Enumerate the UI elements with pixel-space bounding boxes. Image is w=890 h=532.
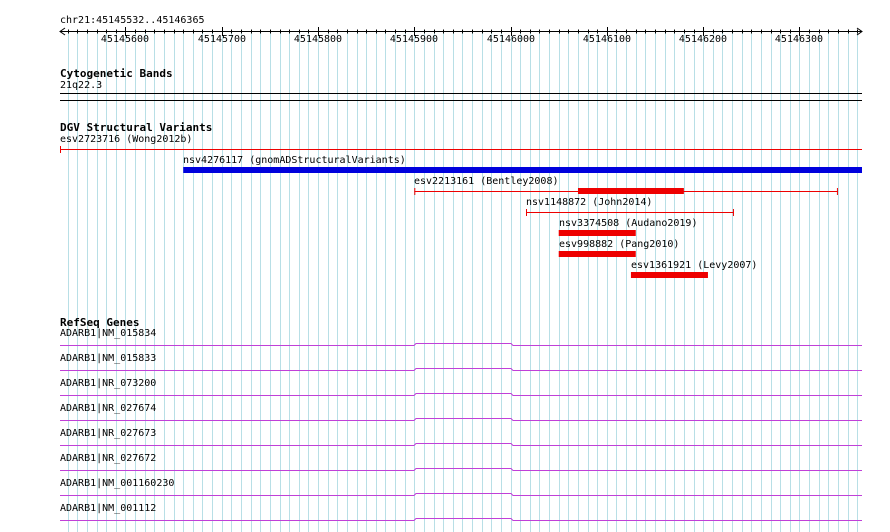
cytoband-divider-bottom (60, 100, 862, 101)
refseq-gene-line (60, 468, 862, 471)
variant-label[interactable]: esv1361921 (Levy2007) (631, 260, 757, 272)
dgv-track-title: DGV Structural Variants (60, 121, 213, 134)
variant-label[interactable]: esv2723716 (Wong2012b) (60, 134, 192, 146)
variant-label[interactable]: esv2213161 (Bentley2008) (414, 176, 559, 188)
refseq-gene-line (60, 418, 862, 421)
refseq-gene-label[interactable]: ADARB1|NR_027674 (60, 403, 156, 415)
variant-label[interactable]: nsv3374508 (Audano2019) (559, 218, 697, 230)
ruler-tick-label: 45146300 (774, 34, 824, 45)
ruler-tick-label: 45145600 (100, 34, 150, 45)
ruler-tick-label: 45145700 (197, 34, 247, 45)
ruler-location: chr21:45145532..45146365 (60, 15, 205, 26)
cytoband-divider-top (60, 93, 862, 94)
refseq-gene-label[interactable]: ADARB1|NM_001160230 (60, 478, 174, 490)
variant-bar (183, 167, 862, 173)
refseq-gene-line (60, 493, 862, 496)
refseq-gene-label[interactable]: ADARB1|NR_027673 (60, 428, 156, 440)
refseq-gene-label[interactable]: ADARB1|NM_015833 (60, 353, 156, 365)
ruler-tick-label: 45145800 (293, 34, 343, 45)
variant-bar (558, 230, 636, 236)
refseq-gene-line (60, 518, 862, 521)
ruler-tick-label: 45146200 (678, 34, 728, 45)
variant-bar (630, 272, 708, 278)
variant-label[interactable]: esv998882 (Pang2010) (559, 239, 679, 251)
ruler-tick-label: 45146100 (582, 34, 632, 45)
refseq-gene-label[interactable]: ADARB1|NR_027672 (60, 453, 156, 465)
genome-browser-viewer: chr21:45145532..45146365 45145600 4514570… (0, 0, 890, 532)
ruler-tick-label: 45145900 (389, 34, 439, 45)
variant-label[interactable]: nsv4276117 (gnomADStructuralVariants) (183, 155, 406, 167)
refseq-gene-line (60, 368, 862, 371)
refseq-gene-line (60, 443, 862, 446)
ruler-tick-label: 45146000 (486, 34, 536, 45)
variant-label[interactable]: nsv1148872 (John2014) (526, 197, 652, 209)
refseq-gene-label[interactable]: ADARB1|NM_001112 (60, 503, 156, 515)
refseq-gene-line (60, 393, 862, 396)
cytoband-label[interactable]: 21q22.3 (60, 80, 102, 92)
variant-bar (558, 251, 636, 257)
variant-block (577, 188, 684, 194)
refseq-gene-label[interactable]: ADARB1|NR_073200 (60, 378, 156, 390)
refseq-gene-label[interactable]: ADARB1|NM_015834 (60, 328, 156, 340)
refseq-gene-line (60, 343, 862, 346)
cytoband-track-title: Cytogenetic Bands (60, 67, 173, 80)
